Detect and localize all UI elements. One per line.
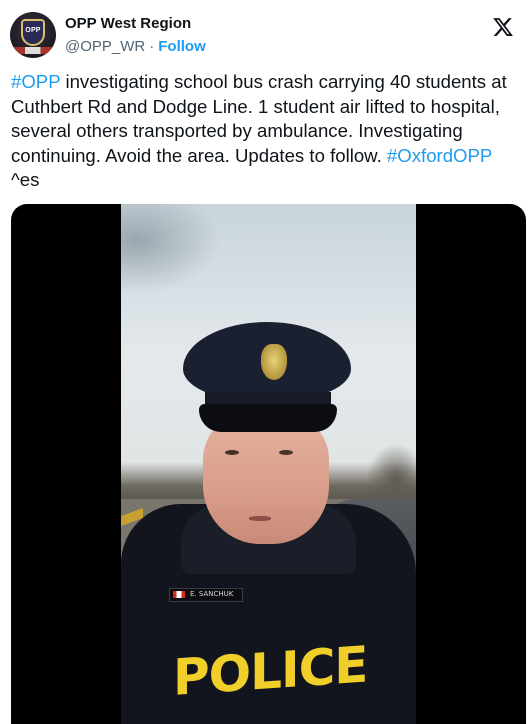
officer-left-eye: [225, 450, 239, 455]
author-display-name[interactable]: OPP West Region: [65, 15, 191, 32]
canada-flag-icon: [173, 591, 185, 598]
cap-badge-icon: [261, 344, 287, 380]
officer-mouth: [249, 516, 271, 521]
officer-face: [203, 414, 329, 544]
tweet-body-part2: ^es: [11, 169, 40, 190]
author-avatar[interactable]: OPP: [10, 12, 56, 58]
author-handle[interactable]: @OPP_WR: [65, 38, 145, 55]
opp-crest-icon: OPP: [21, 19, 45, 46]
follow-button[interactable]: Follow: [158, 38, 206, 55]
author-handle-row: @OPP_WR · Follow: [65, 38, 206, 55]
sky-cloud: [121, 204, 221, 294]
tree: [366, 444, 416, 504]
tweet-header: OPP OPP West Region @OPP_WR · Follow: [10, 12, 518, 60]
video-player[interactable]: E. SANCHUK POLICE: [11, 204, 526, 724]
hat-peak: [199, 404, 337, 432]
avatar-crest-text: OPP: [25, 27, 41, 34]
hashtag-oxfordopp[interactable]: #OxfordOPP: [387, 145, 492, 166]
officer-nametag: E. SANCHUK: [169, 588, 243, 602]
x-logo-icon[interactable]: [492, 16, 514, 38]
video-frame: E. SANCHUK POLICE: [121, 204, 416, 724]
nametag-text: E. SANCHUK: [190, 590, 234, 598]
officer-right-eye: [279, 450, 293, 455]
tweet-text: #OPP investigating school bus crash carr…: [11, 70, 517, 193]
avatar-band: [10, 47, 56, 54]
hashtag-opp[interactable]: #OPP: [11, 71, 60, 92]
separator-dot: ·: [149, 38, 155, 55]
